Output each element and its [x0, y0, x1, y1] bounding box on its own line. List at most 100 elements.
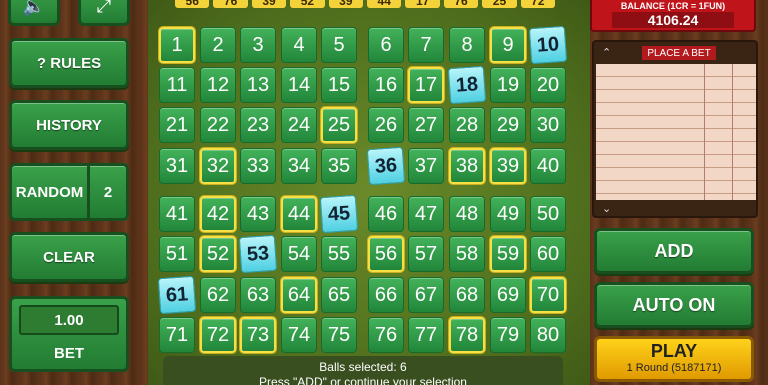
history-ball: 72	[520, 0, 556, 8]
number-cell-7[interactable]: 7	[408, 27, 444, 63]
number-cell-55[interactable]: 55	[321, 236, 357, 272]
number-cell-70[interactable]: 70	[530, 277, 566, 313]
bet-control[interactable]: 1.00 BET	[9, 296, 129, 372]
number-cell-53[interactable]: 53	[238, 234, 278, 274]
number-cell-41[interactable]: 41	[159, 196, 195, 232]
sound-button[interactable]: 🔈	[8, 0, 60, 26]
history-button[interactable]: HISTORY	[9, 100, 129, 150]
instruction-text: Press "ADD" or continue your selection	[259, 375, 467, 385]
number-cell-34[interactable]: 34	[281, 148, 317, 184]
rules-button[interactable]: ? RULES	[9, 38, 129, 88]
number-cell-19[interactable]: 19	[490, 67, 526, 103]
bet-slip-title: PLACE A BET	[642, 46, 716, 60]
number-cell-47[interactable]: 47	[408, 196, 444, 232]
number-cell-6[interactable]: 6	[368, 27, 404, 63]
add-button[interactable]: ADD	[594, 228, 754, 274]
play-button[interactable]: PLAY 1 Round (5187171)	[594, 336, 754, 382]
number-cell-45[interactable]: 45	[319, 194, 359, 234]
number-cell-65[interactable]: 65	[321, 277, 357, 313]
number-cell-31[interactable]: 31	[159, 148, 195, 184]
number-cell-20[interactable]: 20	[530, 67, 566, 103]
number-cell-48[interactable]: 48	[449, 196, 485, 232]
fullscreen-button[interactable]: ⤢	[78, 0, 130, 26]
number-cell-21[interactable]: 21	[159, 107, 195, 143]
number-cell-54[interactable]: 54	[281, 236, 317, 272]
number-cell-1[interactable]: 1	[159, 27, 195, 63]
number-cell-14[interactable]: 14	[281, 67, 317, 103]
number-cell-76[interactable]: 76	[368, 317, 404, 353]
number-cell-9[interactable]: 9	[490, 27, 526, 63]
number-cell-56[interactable]: 56	[368, 236, 404, 272]
number-cell-12[interactable]: 12	[200, 67, 236, 103]
number-cell-25[interactable]: 25	[321, 107, 357, 143]
number-cell-66[interactable]: 66	[368, 277, 404, 313]
number-cell-63[interactable]: 63	[240, 277, 276, 313]
number-cell-72[interactable]: 72	[200, 317, 236, 353]
number-cell-44[interactable]: 44	[281, 196, 317, 232]
number-cell-16[interactable]: 16	[368, 67, 404, 103]
number-cell-51[interactable]: 51	[159, 236, 195, 272]
number-cell-35[interactable]: 35	[321, 148, 357, 184]
number-cell-5[interactable]: 5	[321, 27, 357, 63]
number-cell-27[interactable]: 27	[408, 107, 444, 143]
number-cell-73[interactable]: 73	[240, 317, 276, 353]
number-cell-75[interactable]: 75	[321, 317, 357, 353]
number-cell-33[interactable]: 33	[240, 148, 276, 184]
number-cell-49[interactable]: 49	[490, 196, 526, 232]
number-cell-22[interactable]: 22	[200, 107, 236, 143]
number-cell-13[interactable]: 13	[240, 67, 276, 103]
number-cell-15[interactable]: 15	[321, 67, 357, 103]
number-cell-74[interactable]: 74	[281, 317, 317, 353]
number-cell-30[interactable]: 30	[530, 107, 566, 143]
number-cell-43[interactable]: 43	[240, 196, 276, 232]
number-cell-8[interactable]: 8	[449, 27, 485, 63]
number-cell-61[interactable]: 61	[157, 275, 197, 315]
bet-value[interactable]: 1.00	[19, 305, 119, 335]
number-cell-78[interactable]: 78	[449, 317, 485, 353]
slip-divider	[732, 64, 733, 200]
number-cell-67[interactable]: 67	[408, 277, 444, 313]
number-cell-60[interactable]: 60	[530, 236, 566, 272]
number-cell-62[interactable]: 62	[200, 277, 236, 313]
number-cell-37[interactable]: 37	[408, 148, 444, 184]
play-label: PLAY	[650, 341, 698, 361]
number-cell-38[interactable]: 38	[449, 148, 485, 184]
number-cell-36[interactable]: 36	[366, 146, 406, 186]
number-cell-11[interactable]: 11	[159, 67, 195, 103]
number-cell-2[interactable]: 2	[200, 27, 236, 63]
number-cell-40[interactable]: 40	[530, 148, 566, 184]
number-cell-46[interactable]: 46	[368, 196, 404, 232]
number-cell-18[interactable]: 18	[447, 65, 487, 105]
number-cell-77[interactable]: 77	[408, 317, 444, 353]
number-cell-42[interactable]: 42	[200, 196, 236, 232]
chevron-down-icon[interactable]: ⌄	[602, 202, 611, 215]
number-cell-26[interactable]: 26	[368, 107, 404, 143]
number-cell-39[interactable]: 39	[490, 148, 526, 184]
auto-on-button[interactable]: AUTO ON	[594, 282, 754, 328]
number-cell-17[interactable]: 17	[408, 67, 444, 103]
number-cell-59[interactable]: 59	[490, 236, 526, 272]
number-cell-10[interactable]: 10	[528, 25, 568, 65]
random-count[interactable]: 2	[90, 166, 126, 218]
number-cell-3[interactable]: 3	[240, 27, 276, 63]
clear-button[interactable]: CLEAR	[9, 232, 129, 282]
number-cell-69[interactable]: 69	[490, 277, 526, 313]
number-cell-29[interactable]: 29	[490, 107, 526, 143]
chevron-up-icon[interactable]: ⌃	[602, 46, 611, 59]
number-cell-64[interactable]: 64	[281, 277, 317, 313]
number-cell-24[interactable]: 24	[281, 107, 317, 143]
number-cell-52[interactable]: 52	[200, 236, 236, 272]
number-cell-71[interactable]: 71	[159, 317, 195, 353]
number-cell-50[interactable]: 50	[530, 196, 566, 232]
number-cell-32[interactable]: 32	[200, 148, 236, 184]
clear-label: CLEAR	[43, 248, 95, 266]
number-cell-80[interactable]: 80	[530, 317, 566, 353]
number-cell-58[interactable]: 58	[449, 236, 485, 272]
number-cell-57[interactable]: 57	[408, 236, 444, 272]
number-cell-4[interactable]: 4	[281, 27, 317, 63]
number-cell-79[interactable]: 79	[490, 317, 526, 353]
number-cell-68[interactable]: 68	[449, 277, 485, 313]
number-cell-23[interactable]: 23	[240, 107, 276, 143]
number-cell-28[interactable]: 28	[449, 107, 485, 143]
random-button[interactable]: RANDOM 2	[9, 163, 129, 221]
